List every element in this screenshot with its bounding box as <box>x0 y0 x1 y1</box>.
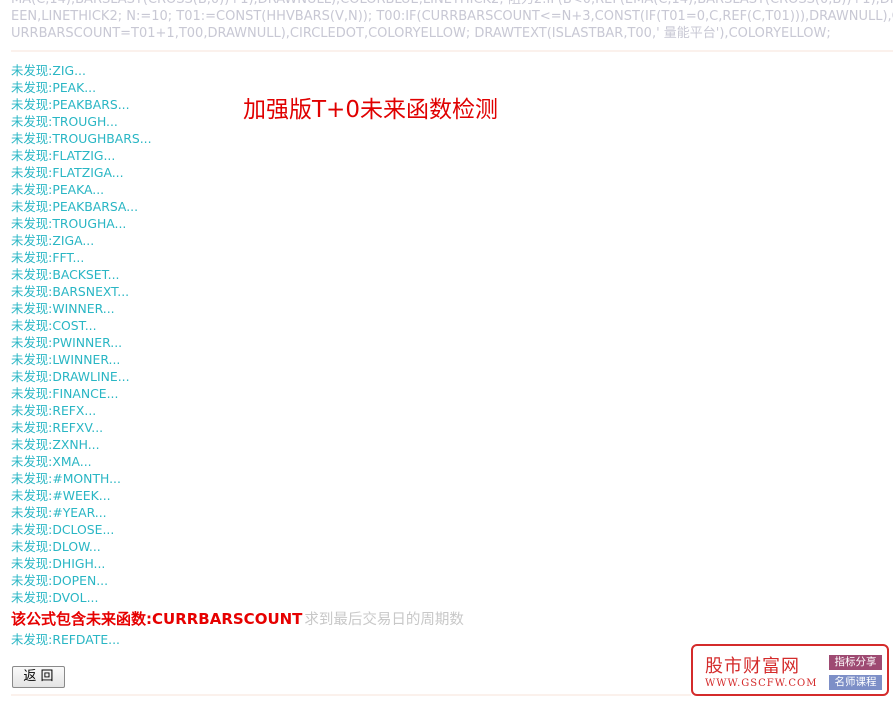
formula-code-block: MA(C,14),BARSLAST(CROSS(B,0))+1),DRAWNUL… <box>11 0 893 42</box>
top-divider <box>11 50 893 52</box>
result-item: 未发现:LWINNER... <box>11 352 121 367</box>
bottom-divider <box>11 694 691 696</box>
result-item: 未发现:XMA... <box>11 454 92 469</box>
result-item: 未发现:DLOW... <box>11 539 101 554</box>
formula-code-line: URRBARSCOUNT=T01+1,T00,DRAWNULL),CIRCLED… <box>11 26 831 41</box>
result-item: 未发现:#MONTH... <box>11 471 121 486</box>
result-item: 未发现:COST... <box>11 318 97 333</box>
result-item: 未发现:DRAWLINE... <box>11 369 130 384</box>
result-item: 未发现:BARSNEXT... <box>11 284 130 299</box>
result-item: 未发现:TROUGHBARS... <box>11 131 152 146</box>
result-item: 未发现:REFDATE... <box>11 632 120 647</box>
warning-text: 该公式包含未来函数:CURRBARSCOUNT <box>11 610 303 628</box>
result-item: 未发现:PEAKA... <box>11 182 105 197</box>
result-item: 未发现:ZIGA... <box>11 233 95 248</box>
result-item: 未发现:ZIG... <box>11 63 86 78</box>
result-item: 未发现:FINANCE... <box>11 386 119 401</box>
result-item: 未发现:FLATZIGA... <box>11 165 124 180</box>
detection-results-list: 未发现:ZIG... 未发现:PEAK... 未发现:PEAKBARS... 未… <box>11 62 464 648</box>
logo-site-name: 股市财富网 <box>705 656 800 677</box>
future-function-warning: 该公式包含未来函数:CURRBARSCOUNT 求到最后交易日的周期数 <box>11 606 464 631</box>
logo-site-url: WWW.GSCFW.COM <box>705 678 818 689</box>
warning-description: 求到最后交易日的周期数 <box>304 612 464 628</box>
result-item: 未发现:ZXNH... <box>11 437 100 452</box>
return-button[interactable]: 返 回 <box>12 666 65 688</box>
result-item: 未发现:REFX... <box>11 403 97 418</box>
result-item: 未发现:DCLOSE... <box>11 522 115 537</box>
result-item: 未发现:FLATZIG... <box>11 148 116 163</box>
result-item: 未发现:PEAKBARS... <box>11 97 130 112</box>
logo-tag-indicator-share: 指标分享 <box>829 655 882 670</box>
logo-tag-master-course: 名师课程 <box>829 675 882 690</box>
result-item: 未发现:TROUGHA... <box>11 216 127 231</box>
result-item: 未发现:DOPEN... <box>11 573 109 588</box>
result-item: 未发现:PEAKBARSA... <box>11 199 139 214</box>
result-item: 未发现:DVOL... <box>11 590 99 605</box>
result-item: 未发现:#YEAR... <box>11 505 107 520</box>
result-item: 未发现:TROUGH... <box>11 114 118 129</box>
formula-code-line: MA(C,14),BARSLAST(CROSS(B,0))+1),DRAWNUL… <box>11 0 893 8</box>
result-item: 未发现:BACKSET... <box>11 267 120 282</box>
result-item: 未发现:FFT... <box>11 250 85 265</box>
result-item: 未发现:DHIGH... <box>11 556 106 571</box>
result-item: 未发现:#WEEK... <box>11 488 111 503</box>
result-item: 未发现:WINNER... <box>11 301 115 316</box>
result-item: 未发现:PEAK... <box>11 80 97 95</box>
result-item: 未发现:PWINNER... <box>11 335 123 350</box>
result-item: 未发现:REFXV... <box>11 420 104 435</box>
formula-code-line: EEN,LINETHICK2; N:=10; T01:=CONST(HHVBAR… <box>11 9 893 24</box>
site-logo[interactable]: 股市财富网 WWW.GSCFW.COM 指标分享 名师课程 <box>691 644 889 696</box>
